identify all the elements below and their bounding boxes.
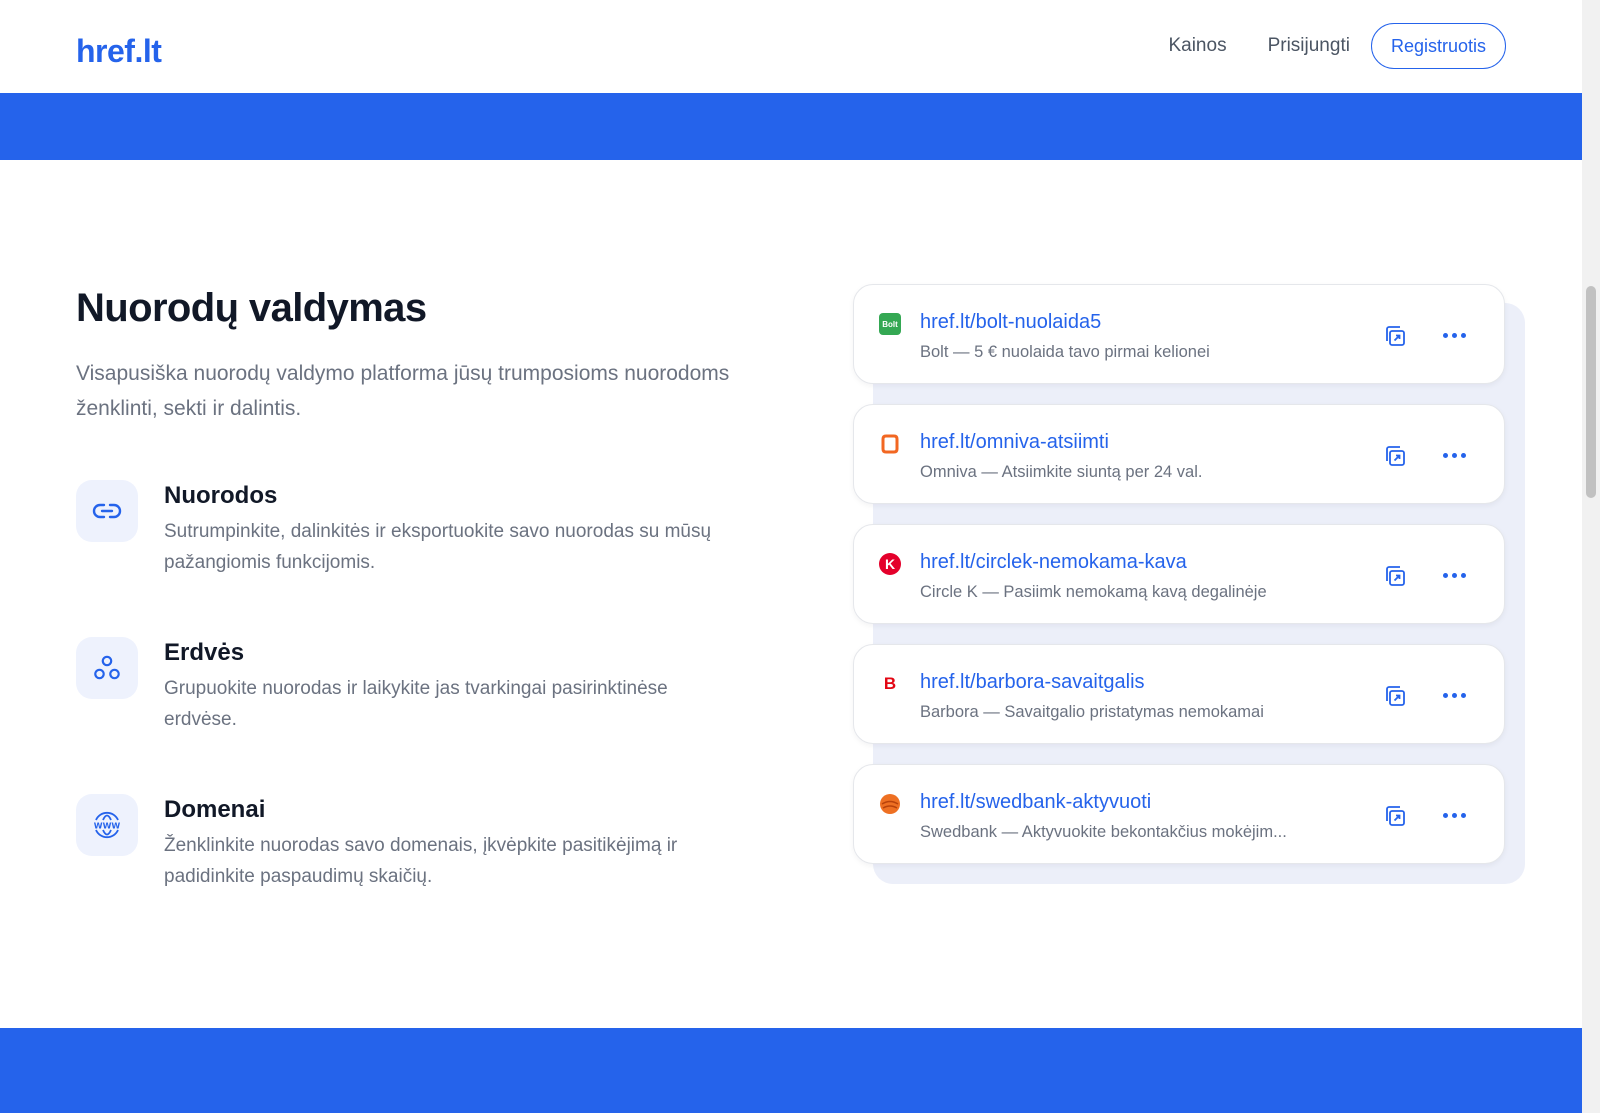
copy-icon[interactable] bbox=[1382, 323, 1408, 349]
swedbank-favicon bbox=[879, 793, 901, 815]
more-options-icon[interactable] bbox=[1439, 323, 1469, 347]
barbora-favicon: B bbox=[883, 674, 897, 693]
more-options-icon[interactable] bbox=[1439, 443, 1469, 467]
feature-title: Nuorodos bbox=[164, 482, 278, 509]
link-card[interactable]: K href.lt/circlek-nemokama-kava Circle K… bbox=[853, 524, 1505, 624]
nav-login-link[interactable]: Prisijungti bbox=[1268, 35, 1350, 57]
more-options-icon[interactable] bbox=[1439, 563, 1469, 587]
feature-text: Grupuokite nuorodas ir laikykite jas tva… bbox=[164, 678, 668, 730]
bolt-favicon: Bolt bbox=[879, 313, 901, 335]
link-card[interactable]: Bolt href.lt/bolt-nuolaida5 Bolt — 5 € n… bbox=[853, 284, 1505, 384]
more-options-icon[interactable] bbox=[1439, 683, 1469, 707]
link-url[interactable]: href.lt/bolt-nuolaida5 bbox=[920, 311, 1101, 334]
feature-title: Erdvės bbox=[164, 639, 245, 666]
link-description: Barbora — Savaitgalio pristatymas nemoka… bbox=[920, 703, 1264, 721]
link-icon bbox=[76, 480, 138, 542]
link-card[interactable]: href.lt/omniva-atsiimti Omniva — Atsiimk… bbox=[853, 404, 1505, 504]
feature-domains: WWW Domenai Ženklinkite nuorodas savo do… bbox=[76, 794, 756, 914]
site-header: href.lt Kainos Prisijungti Registruotis bbox=[0, 0, 1582, 93]
circlek-favicon: K bbox=[879, 553, 901, 575]
link-url[interactable]: href.lt/circlek-nemokama-kava bbox=[920, 551, 1187, 574]
vertical-scrollbar[interactable] bbox=[1582, 0, 1600, 1113]
footer-band bbox=[0, 1028, 1582, 1113]
section-description: Visapusiška nuorodų valdymo platforma jū… bbox=[76, 362, 730, 420]
link-url[interactable]: href.lt/swedbank-aktyvuoti bbox=[920, 791, 1151, 814]
feature-text: Ženklinkite nuorodas savo domenais, įkvė… bbox=[164, 835, 678, 887]
more-options-icon[interactable] bbox=[1439, 803, 1469, 827]
feature-spaces: Erdvės Grupuokite nuorodas ir laikykite … bbox=[76, 637, 756, 757]
link-url[interactable]: href.lt/barbora-savaitgalis bbox=[920, 671, 1145, 694]
main-nav: Kainos Prisijungti Registruotis bbox=[1168, 23, 1506, 69]
page: href.lt Kainos Prisijungti Registruotis … bbox=[0, 0, 1582, 1113]
www-globe-icon: WWW bbox=[76, 794, 138, 856]
svg-text:WWW: WWW bbox=[94, 822, 121, 831]
link-description: Bolt — 5 € nuolaida tavo pirmai kelionei bbox=[920, 343, 1210, 361]
link-card[interactable]: href.lt/swedbank-aktyvuoti Swedbank — Ak… bbox=[853, 764, 1505, 864]
copy-icon[interactable] bbox=[1382, 803, 1408, 829]
copy-icon[interactable] bbox=[1382, 563, 1408, 589]
spaces-icon bbox=[76, 637, 138, 699]
omniva-favicon bbox=[879, 433, 901, 455]
feature-title: Domenai bbox=[164, 796, 266, 823]
feature-links: Nuorodos Sutrumpinkite, dalinkitės ir ek… bbox=[76, 480, 756, 600]
feature-text: Sutrumpinkite, dalinkitės ir eksportuoki… bbox=[164, 521, 712, 573]
copy-icon[interactable] bbox=[1382, 443, 1408, 469]
link-description: Swedbank — Aktyvuokite bekontakčius mokė… bbox=[920, 823, 1287, 841]
link-description: Omniva — Atsiimkite siuntą per 24 val. bbox=[920, 463, 1203, 481]
link-url[interactable]: href.lt/omniva-atsiimti bbox=[920, 431, 1109, 454]
logo[interactable]: href.lt bbox=[76, 33, 162, 70]
link-description: Circle K — Pasiimk nemokamą kavą degalin… bbox=[920, 583, 1267, 601]
hero-band bbox=[0, 93, 1582, 160]
scrollbar-thumb[interactable] bbox=[1586, 286, 1596, 498]
copy-icon[interactable] bbox=[1382, 683, 1408, 709]
nav-pricing-link[interactable]: Kainos bbox=[1168, 35, 1226, 57]
section-title: Nuorodų valdymas bbox=[76, 286, 427, 330]
register-button[interactable]: Registruotis bbox=[1370, 23, 1506, 69]
link-card[interactable]: B href.lt/barbora-savaitgalis Barbora — … bbox=[853, 644, 1505, 744]
